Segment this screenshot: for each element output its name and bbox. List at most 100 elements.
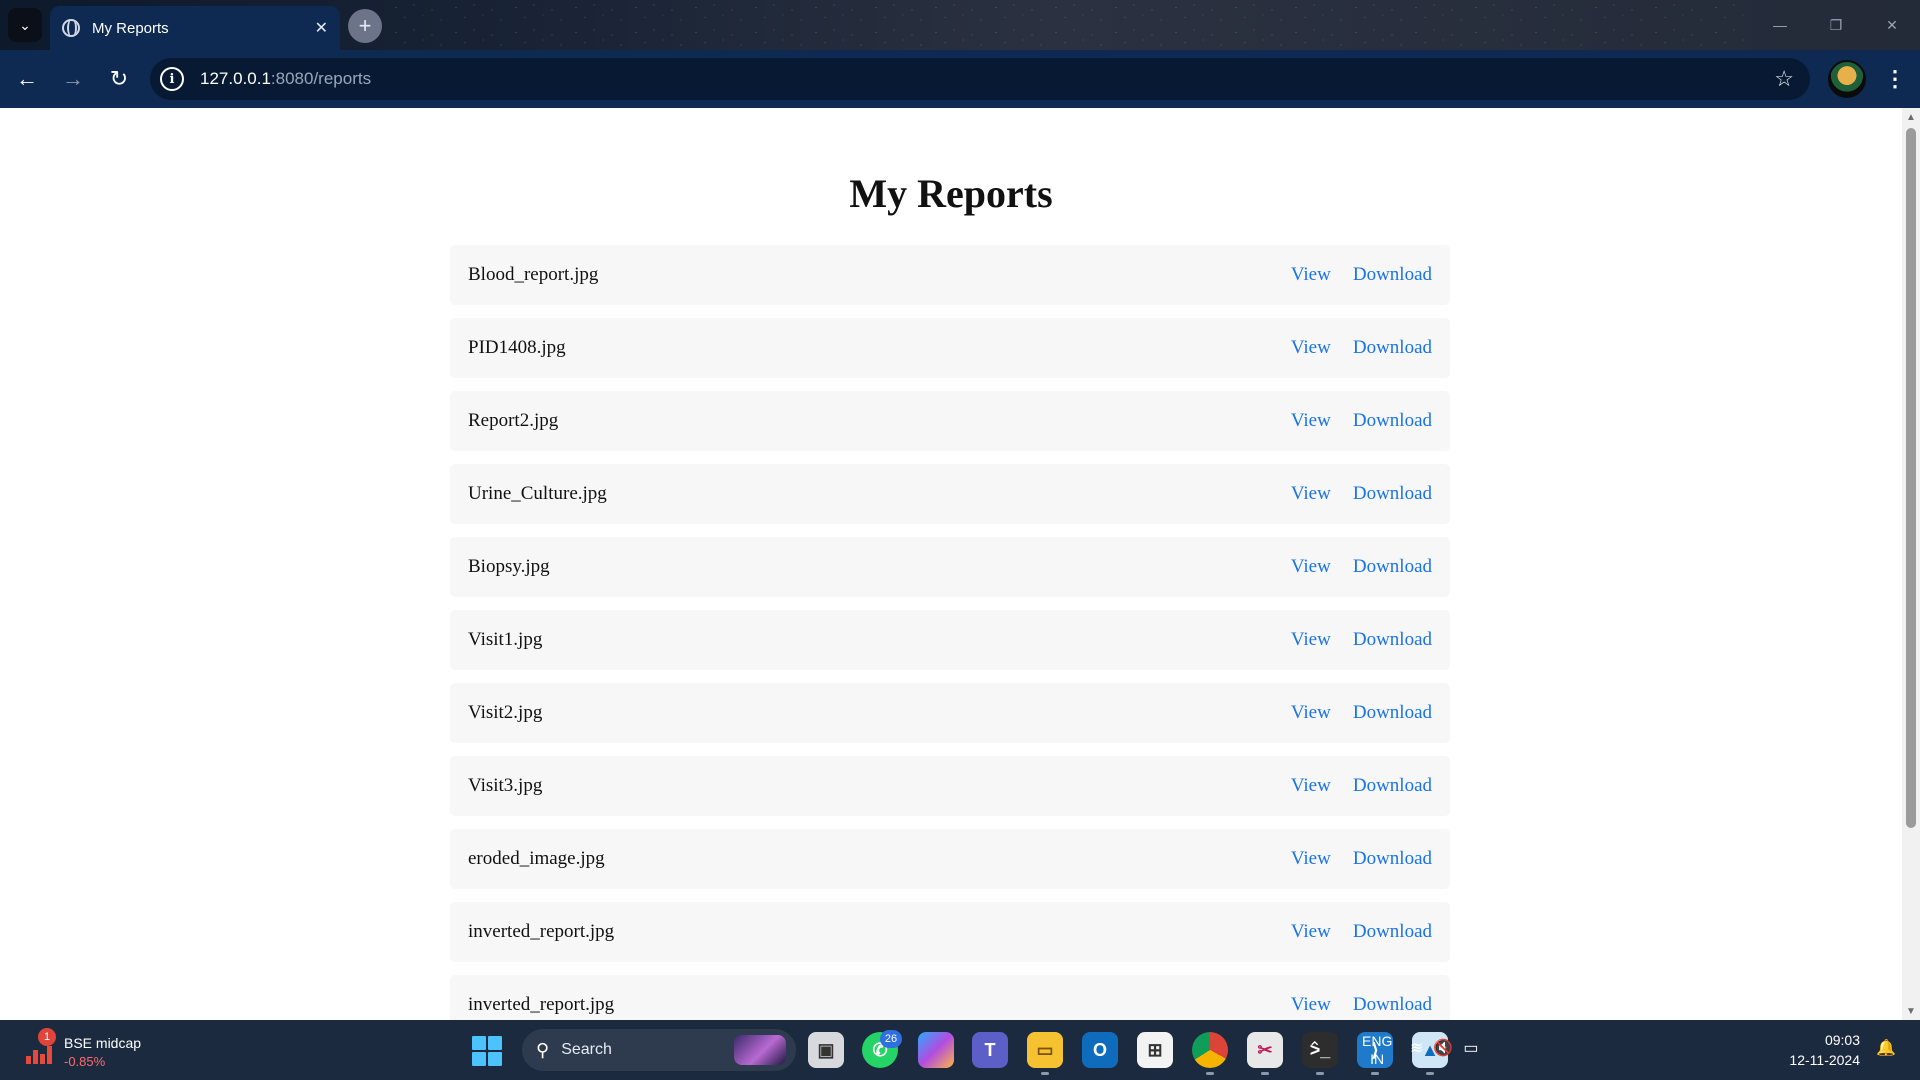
taskbar-clock[interactable]: 09:03 12-11-2024 xyxy=(1740,1030,1860,1070)
start-button[interactable] xyxy=(472,1036,502,1066)
forward-button[interactable]: → xyxy=(54,60,92,98)
widget-title: BSE midcap xyxy=(64,1035,142,1051)
site-info-icon[interactable]: i xyxy=(160,67,184,91)
reload-icon: ↻ xyxy=(109,66,129,91)
language-region: IN xyxy=(1370,1051,1385,1067)
report-filename: eroded_image.jpg xyxy=(468,848,605,869)
page-scrollbar[interactable]: ▲ ▼ xyxy=(1902,108,1920,1020)
scrollbar-thumb[interactable] xyxy=(1906,128,1916,828)
snipping-tool-icon[interactable]: ✂ xyxy=(1247,1032,1283,1068)
chrome-running-indicator xyxy=(1206,1072,1214,1075)
restore-button[interactable]: ❐ xyxy=(1808,0,1864,50)
report-filename: Urine_Culture.jpg xyxy=(468,483,607,504)
view-link[interactable]: View xyxy=(1291,775,1331,797)
file-explorer-icon[interactable]: ▭ xyxy=(1027,1032,1063,1068)
report-filename: Biopsy.jpg xyxy=(468,556,550,577)
view-link[interactable]: View xyxy=(1291,483,1331,505)
download-link[interactable]: Download xyxy=(1353,556,1432,578)
report-row: PID1408.jpg View Download xyxy=(450,318,1450,378)
browser-titlebar: ⌄ My Reports ✕ + — ❐ ✕ xyxy=(0,0,1920,50)
tab-title: My Reports xyxy=(92,19,169,37)
report-row: Report2.jpg View Download xyxy=(450,391,1450,451)
terminal-running-indicator xyxy=(1316,1072,1324,1075)
view-link[interactable]: View xyxy=(1291,702,1331,724)
download-link[interactable]: Download xyxy=(1353,921,1432,943)
report-row: inverted_report.jpg View Download xyxy=(450,975,1450,1020)
url-text[interactable]: 127.0.0.1:8080/reports xyxy=(200,69,371,89)
download-link[interactable]: Download xyxy=(1353,483,1432,505)
download-link[interactable]: Download xyxy=(1353,629,1432,651)
tab-search-button[interactable]: ⌄ xyxy=(8,8,42,42)
report-row: Biopsy.jpg View Download xyxy=(450,537,1450,597)
download-link[interactable]: Download xyxy=(1353,848,1432,870)
report-row: Urine_Culture.jpg View Download xyxy=(450,464,1450,524)
report-filename: Report2.jpg xyxy=(468,410,559,431)
view-link[interactable]: View xyxy=(1291,337,1331,359)
scroll-up-icon[interactable]: ▲ xyxy=(1902,108,1920,126)
url-host: 127.0.0.1 xyxy=(200,69,271,88)
download-link[interactable]: Download xyxy=(1353,775,1432,797)
notification-bell-icon[interactable]: 🔔 xyxy=(1876,1038,1896,1058)
search-icon: ⚲ xyxy=(536,1039,550,1060)
scroll-down-icon[interactable]: ▼ xyxy=(1902,1002,1920,1020)
show-hidden-icons-icon[interactable]: ⌃ xyxy=(1308,1038,1321,1058)
url-path: :8080/reports xyxy=(270,69,372,88)
back-button[interactable]: ← xyxy=(8,60,46,98)
view-link[interactable]: View xyxy=(1291,994,1331,1016)
browser-menu-icon[interactable]: ⋮ xyxy=(1880,58,1910,100)
tab-my-reports[interactable]: My Reports ✕ xyxy=(50,6,340,50)
profile-avatar[interactable] xyxy=(1828,60,1866,98)
download-link[interactable]: Download xyxy=(1353,702,1432,724)
report-filename: inverted_report.jpg xyxy=(468,994,615,1015)
chrome-icon[interactable] xyxy=(1192,1032,1228,1068)
windows-taskbar: 1 BSE midcap -0.85% ⚲ Search ▣ ✆ 26 T ▭ … xyxy=(0,1020,1920,1080)
download-link[interactable]: Download xyxy=(1353,994,1432,1016)
report-filename: Blood_report.jpg xyxy=(468,264,599,285)
window-controls: — ❐ ✕ xyxy=(1752,0,1920,50)
globe-icon xyxy=(62,19,80,37)
close-tab-icon[interactable]: ✕ xyxy=(315,18,328,38)
view-link[interactable]: View xyxy=(1291,629,1331,651)
arrow-left-icon: ← xyxy=(16,66,38,91)
titlebar-wallpaper xyxy=(390,0,1750,50)
report-row: eroded_image.jpg View Download xyxy=(450,829,1450,889)
microsoft-store-icon[interactable]: ⊞ xyxy=(1137,1032,1173,1068)
new-tab-button[interactable]: + xyxy=(348,9,382,43)
minimize-button[interactable]: — xyxy=(1752,0,1808,50)
download-link[interactable]: Download xyxy=(1353,337,1432,359)
report-row: Visit1.jpg View Download xyxy=(450,610,1450,670)
snipping-tool-running-indicator xyxy=(1261,1072,1269,1075)
report-row: Visit2.jpg View Download xyxy=(450,683,1450,743)
browser-toolbar: ← → ↻ i 127.0.0.1:8080/reports ☆ ⋮ xyxy=(0,50,1920,108)
address-bar[interactable]: i 127.0.0.1:8080/reports ☆ xyxy=(150,58,1810,100)
download-link[interactable]: Download xyxy=(1353,410,1432,432)
report-filename: Visit2.jpg xyxy=(468,702,543,723)
photos-running-indicator xyxy=(1426,1072,1434,1075)
page-viewport: My Reports Blood_report.jpg View Download P… xyxy=(0,108,1902,1020)
widget-change: -0.85% xyxy=(64,1054,106,1069)
whatsapp-badge: 26 xyxy=(880,1030,902,1048)
network-volume-battery-icons[interactable]: ≋🔇▭ xyxy=(1410,1038,1488,1058)
view-link[interactable]: View xyxy=(1291,921,1331,943)
report-row: inverted_report.jpg View Download xyxy=(450,902,1450,962)
stock-widget[interactable]: 1 BSE midcap -0.85% xyxy=(22,1028,222,1072)
taskbar-search[interactable]: ⚲ Search xyxy=(522,1029,796,1071)
view-link[interactable]: View xyxy=(1291,556,1331,578)
view-link[interactable]: View xyxy=(1291,848,1331,870)
language-indicator[interactable]: ENG IN xyxy=(1362,1032,1392,1068)
vscode-running-indicator xyxy=(1371,1072,1379,1075)
report-list: Blood_report.jpg View Download PID1408.jpg V… xyxy=(450,245,1450,1020)
close-window-button[interactable]: ✕ xyxy=(1864,0,1920,50)
view-link[interactable]: View xyxy=(1291,410,1331,432)
copilot-icon[interactable] xyxy=(918,1032,954,1068)
teams-icon[interactable]: T xyxy=(972,1032,1008,1068)
bookmark-star-icon[interactable]: ☆ xyxy=(1774,66,1794,92)
task-view-icon[interactable]: ▣ xyxy=(808,1032,844,1068)
report-row: Blood_report.jpg View Download xyxy=(450,245,1450,305)
download-link[interactable]: Download xyxy=(1353,264,1432,286)
search-highlight-image xyxy=(734,1035,786,1065)
view-link[interactable]: View xyxy=(1291,264,1331,286)
outlook-icon[interactable]: O xyxy=(1082,1032,1118,1068)
report-filename: Visit1.jpg xyxy=(468,629,543,650)
reload-button[interactable]: ↻ xyxy=(100,60,138,98)
